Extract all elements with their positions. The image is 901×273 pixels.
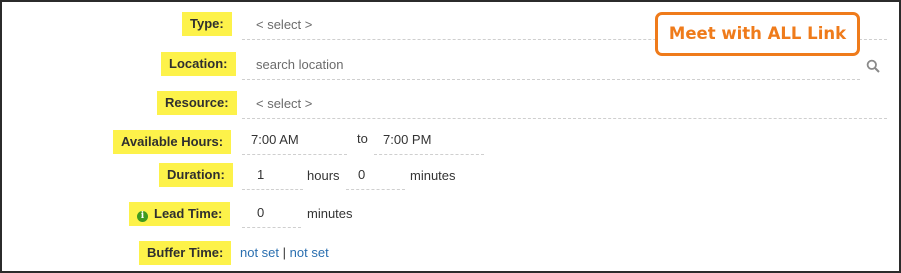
lead-time-unit: minutes [307,206,353,221]
lead-time-value: 0 [257,205,265,220]
duration-hours-value: 1 [257,167,265,182]
duration-minutes-input[interactable]: 0 [346,162,405,190]
meet-with-all-link-callout: Meet with ALL Link [655,12,860,56]
available-hours-label: Available Hours: [113,130,232,154]
duration-minutes-value: 0 [358,167,366,182]
time-range-separator: to [357,131,368,146]
duration-hours-unit: hours [307,168,340,183]
type-select-value: < select > [256,17,313,32]
location-placeholder: search location [256,57,344,72]
lead-time-label-text: Lead Time: [154,206,223,221]
lead-time-input[interactable]: 0 [242,200,301,228]
type-label: Type: [182,12,232,36]
resource-select[interactable]: < select > [242,91,887,119]
duration-minutes-unit: minutes [410,168,456,183]
location-label: Location: [161,52,236,76]
resource-label: Resource: [157,91,237,115]
duration-hours-input[interactable]: 1 [242,162,303,190]
buffer-time-values: not set | not set [240,241,329,265]
form-panel: Type: < select > Meet with ALL Link Loca… [0,0,901,273]
info-icon[interactable]: i [137,211,148,222]
end-time-value: 7:00 PM [383,132,432,147]
buffer-after-link[interactable]: not set [290,245,329,260]
resource-select-value: < select > [256,96,313,111]
location-search-input[interactable]: search location [242,52,860,80]
lead-time-label: i Lead Time: [129,202,231,226]
buffer-before-link[interactable]: not set [240,245,279,260]
end-time-input[interactable]: 7:00 PM [374,127,484,155]
buffer-time-label: Buffer Time: [139,241,232,265]
search-icon[interactable] [866,59,880,73]
start-time-value: 7:00 AM [251,132,299,147]
start-time-input[interactable]: 7:00 AM [242,127,347,155]
buffer-separator: | [282,245,287,260]
duration-label: Duration: [159,163,233,187]
